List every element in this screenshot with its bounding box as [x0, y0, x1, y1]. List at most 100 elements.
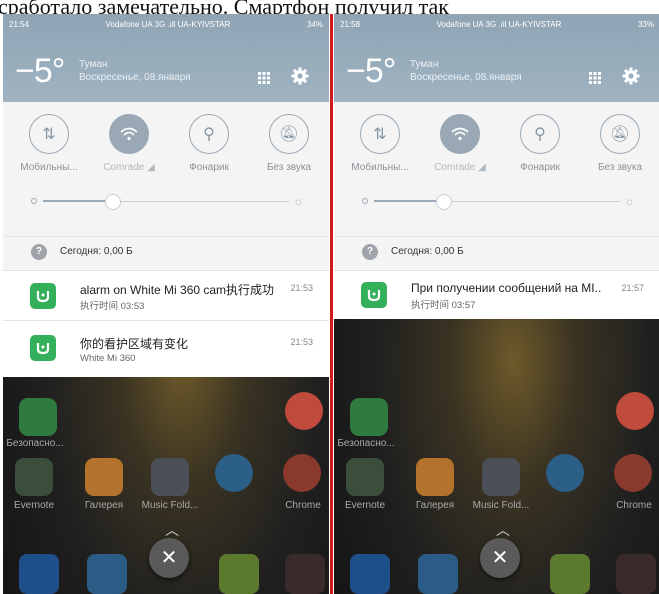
silent-bell-icon[interactable]: 🔕︎ — [600, 114, 640, 154]
silent-bell-icon[interactable]: 🔕︎ — [269, 114, 309, 154]
flashlight-icon[interactable]: ⚲ — [189, 114, 229, 154]
status-bar: 21:58 Vodafone UA 3G .ıll UA-KYIVSTAR 33… — [340, 17, 654, 31]
music-folder-icon[interactable] — [151, 458, 189, 496]
notification-time: 21:57 — [621, 283, 644, 293]
status-time: 21:58 — [340, 19, 361, 29]
data-usage-text: Сегодня: 0,00 Б — [391, 246, 464, 257]
toggle-label-silent: Без звука — [597, 162, 643, 173]
app-label-chrome: Chrome — [616, 500, 652, 511]
phone-dock-icon[interactable] — [350, 554, 390, 594]
gear-icon[interactable] — [622, 67, 640, 85]
mi-home-app-icon — [30, 283, 56, 309]
weather-date: Воскресенье, 08.января — [410, 72, 522, 83]
messages-dock-icon[interactable] — [219, 554, 259, 594]
help-icon: ? — [362, 244, 378, 260]
notification-item[interactable]: alarm on White Mi 360 cam执行成功 执行时间 03:53… — [3, 270, 329, 321]
brightness-high-icon: ☼ — [293, 194, 304, 208]
phone-dock-icon[interactable] — [19, 554, 59, 594]
phone-screenshot-right: Безопасно... Evernote Галерея Music Fold… — [334, 14, 659, 594]
brightness-low-icon — [362, 198, 368, 204]
speed-app-icon[interactable] — [616, 392, 654, 430]
notification-subtitle: 执行时间 03:53 — [80, 301, 145, 312]
contacts-dock-icon[interactable] — [87, 554, 127, 594]
divider-line — [330, 14, 333, 594]
close-notifications-button[interactable]: ✕ — [480, 538, 520, 578]
app-label-music-folder: Music Fold... — [141, 500, 199, 511]
notification-time: 21:53 — [290, 283, 313, 293]
toggle-label-wifi: Comrade ◢ — [103, 162, 155, 173]
brightness-fill — [43, 200, 112, 202]
app-label-music-folder: Music Fold... — [472, 500, 530, 511]
camera-dock-icon[interactable] — [285, 554, 325, 594]
weather-condition: Туман — [79, 59, 108, 70]
temperature: −5° — [15, 52, 65, 90]
quick-settings-panel: ⇅ ⚲ 🔕︎ Мобильны... Comrade ◢ Фонарик Без… — [3, 102, 329, 236]
temperature: −5° — [346, 52, 396, 90]
status-bar: 21:54 Vodafone UA 3G .ıll UA-KYIVSTAR 34… — [9, 17, 323, 31]
brightness-slider-knob[interactable] — [105, 194, 121, 210]
contacts-dock-icon[interactable] — [418, 554, 458, 594]
gear-icon[interactable] — [291, 67, 309, 85]
weather-info: Туман Воскресенье, 08.января — [410, 58, 522, 84]
security-app-icon[interactable] — [350, 398, 388, 436]
data-usage-text: Сегодня: 0,00 Б — [60, 246, 133, 257]
brightness-fill — [374, 200, 443, 202]
app-label-chrome: Chrome — [285, 500, 321, 511]
app-label-gallery: Галерея — [84, 500, 124, 511]
mobile-data-icon[interactable]: ⇅ — [360, 114, 400, 154]
toggle-label-flashlight: Фонарик — [520, 162, 560, 173]
notification-time: 21:53 — [290, 337, 313, 347]
data-usage-row[interactable]: ? Сегодня: 0,00 Б — [3, 236, 329, 271]
quick-settings-panel: ⇅ ⚲ 🔕︎ Мобильны... Comrade ◢ Фонарик Без… — [334, 102, 659, 236]
speed-app-icon[interactable] — [285, 392, 323, 430]
wifi-icon[interactable] — [109, 114, 149, 154]
gallery-app-icon[interactable] — [416, 458, 454, 496]
status-time: 21:54 — [9, 19, 30, 29]
brightness-high-icon: ☼ — [624, 194, 635, 208]
mobile-data-icon[interactable]: ⇅ — [29, 114, 69, 154]
app-label-evernote: Evernote — [344, 500, 386, 511]
notification-item[interactable]: 你的看护区域有变化 White Mi 360 21:53 — [3, 320, 329, 377]
brightness-low-icon — [31, 198, 37, 204]
evernote-app-icon[interactable] — [15, 458, 53, 496]
weather-condition: Туман — [410, 59, 439, 70]
shade-header: 21:54 Vodafone UA 3G .ıll UA-KYIVSTAR 34… — [3, 14, 329, 102]
close-notifications-button[interactable]: ✕ — [149, 538, 189, 578]
chevron-up-icon: ︿ — [496, 522, 510, 538]
weather-date: Воскресенье, 08.января — [79, 72, 191, 83]
status-carriers: Vodafone UA 3G .ıll UA-KYIVSTAR — [436, 19, 562, 29]
app-label-evernote: Evernote — [13, 500, 55, 511]
wifi-icon[interactable] — [440, 114, 480, 154]
data-usage-row[interactable]: ? Сегодня: 0,00 Б — [334, 236, 659, 271]
music-folder-icon[interactable] — [482, 458, 520, 496]
notification-title: При получении сообщений на MI.. — [411, 281, 602, 295]
app-label-security: Безопасно... — [6, 438, 64, 449]
flashlight-icon[interactable]: ⚲ — [520, 114, 560, 154]
notification-subtitle: 执行时间 03:57 — [411, 300, 476, 311]
messages-dock-icon[interactable] — [550, 554, 590, 594]
brightness-slider-knob[interactable] — [436, 194, 452, 210]
help-icon: ? — [31, 244, 47, 260]
chrome-app-icon[interactable] — [283, 454, 321, 492]
toggle-label-flashlight: Фонарик — [189, 162, 229, 173]
folder-app-icon[interactable] — [215, 454, 253, 492]
evernote-app-icon[interactable] — [346, 458, 384, 496]
battery-level: 33% — [637, 19, 654, 29]
camera-dock-icon[interactable] — [616, 554, 656, 594]
folder-app-icon[interactable] — [546, 454, 584, 492]
grid-menu-icon[interactable] — [588, 71, 602, 85]
toggle-label-wifi: Comrade ◢ — [434, 162, 486, 173]
gallery-app-icon[interactable] — [85, 458, 123, 496]
security-app-icon[interactable] — [19, 398, 57, 436]
toggle-label-mobile-data: Мобильны... — [20, 162, 78, 173]
notification-subtitle: White Mi 360 — [80, 353, 136, 364]
mi-home-app-icon — [30, 335, 56, 361]
status-carriers: Vodafone UA 3G .ıll UA-KYIVSTAR — [105, 19, 231, 29]
notification-item[interactable]: При получении сообщений на MI.. 执行时间 03:… — [334, 270, 659, 319]
notification-title: 你的看护区域有变化 — [80, 337, 189, 351]
phone-screenshot-left: Безопасно... Evernote Галерея Music Fold… — [3, 14, 329, 594]
chevron-up-icon: ︿ — [165, 522, 179, 538]
chrome-app-icon[interactable] — [614, 454, 652, 492]
grid-menu-icon[interactable] — [257, 71, 271, 85]
notification-title: alarm on White Mi 360 cam执行成功 — [80, 283, 275, 297]
